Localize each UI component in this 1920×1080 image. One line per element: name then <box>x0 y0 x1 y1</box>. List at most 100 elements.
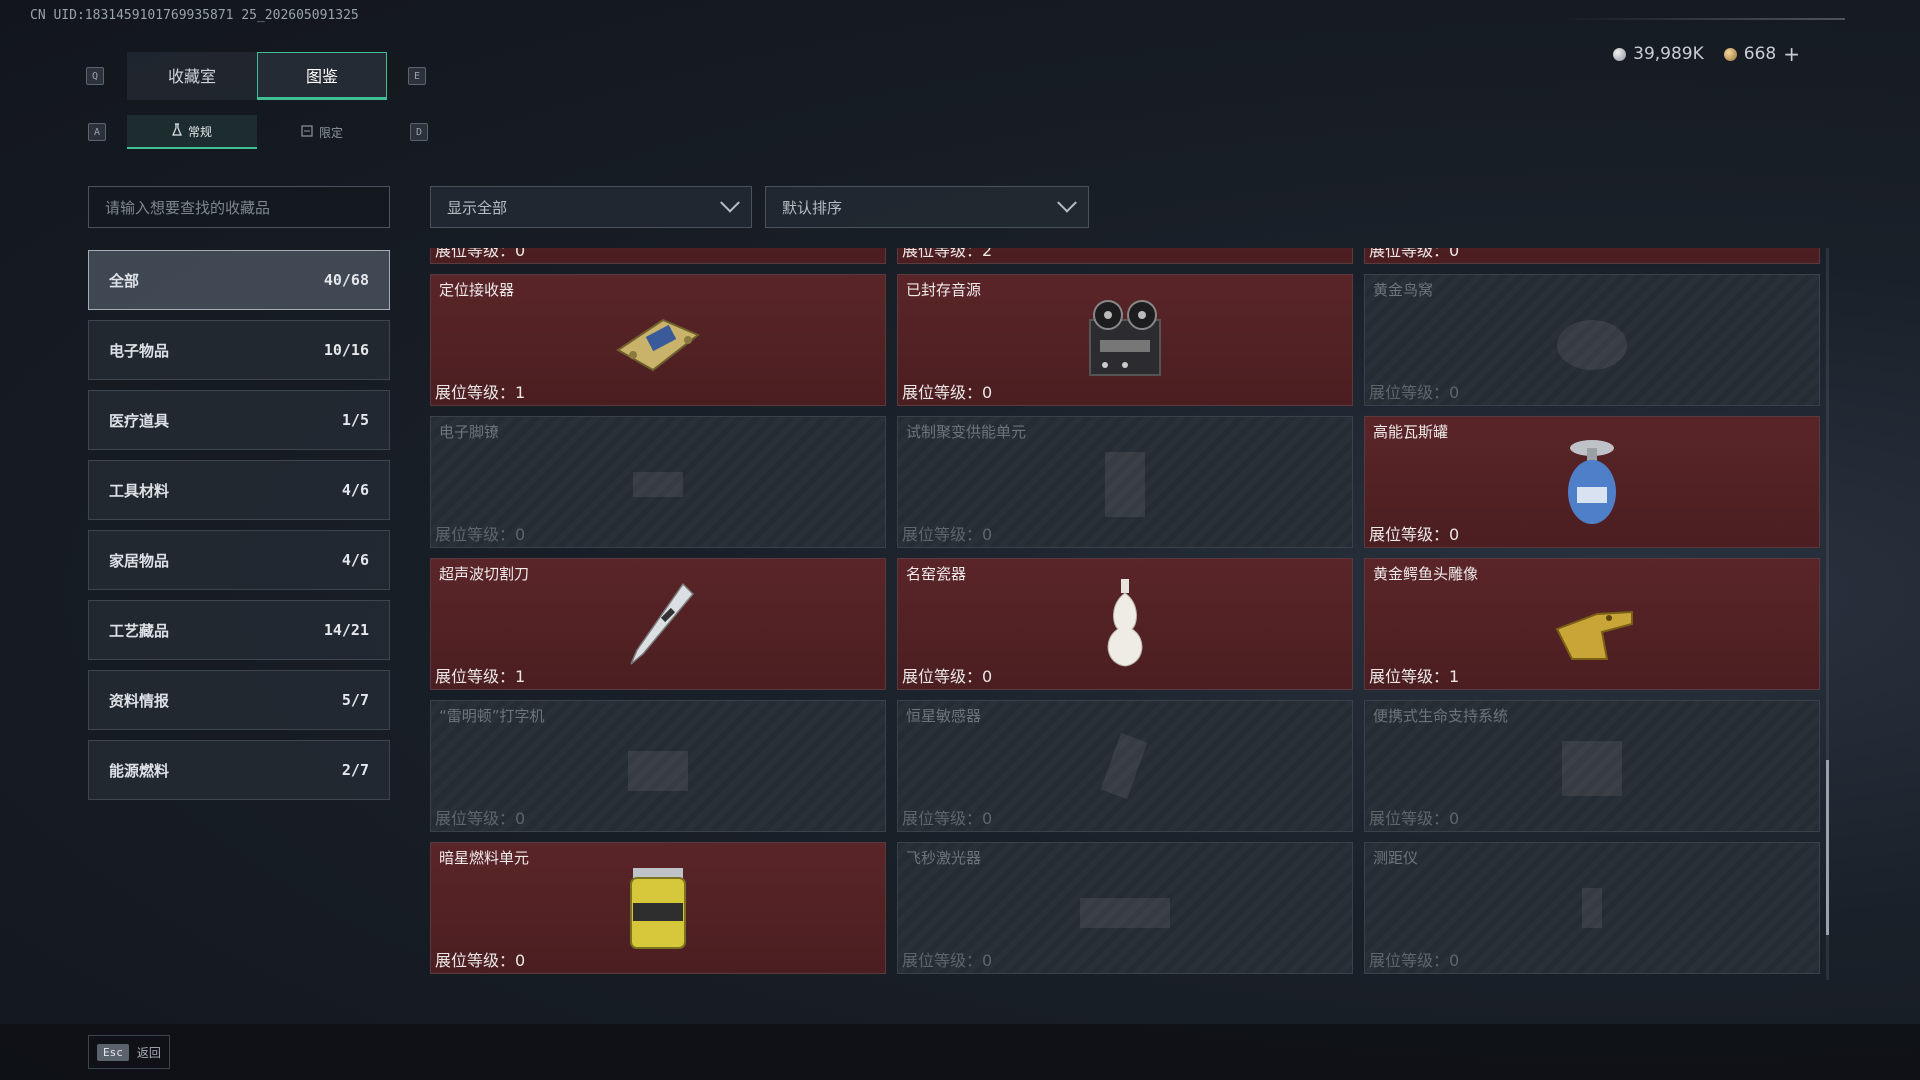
card-level: 展位等级：1 <box>1369 667 1460 686</box>
category-item-crafts[interactable]: 工艺藏品 14/21 <box>88 600 390 660</box>
laser-icon <box>1070 858 1180 958</box>
category-item-electronics[interactable]: 电子物品 10/16 <box>88 320 390 380</box>
gold-currency: 668 + <box>1723 42 1800 66</box>
collection-card[interactable]: “雷明顿”打字机 展位等级：0 <box>430 700 886 832</box>
add-currency-button[interactable]: + <box>1783 42 1800 66</box>
category-count: 5/7 <box>341 691 369 709</box>
collection-card[interactable]: 黄金鸟窝展位等级：0 <box>1364 274 1820 406</box>
card-title: 超声波切割刀 <box>439 565 530 583</box>
sort-value: 默认排序 <box>782 198 843 217</box>
category-name: 能源燃料 <box>109 761 170 780</box>
card-level: 展位等级：0 <box>1369 383 1460 402</box>
card-title: 高能瓦斯罐 <box>1373 423 1449 441</box>
chevron-down-icon <box>720 192 740 213</box>
category-item-fuel[interactable]: 能源燃料 2/7 <box>88 740 390 800</box>
card-level: 展位等级：0 <box>435 951 526 970</box>
card-title: 黄金鸟窝 <box>1373 281 1434 299</box>
fuel-cell-icon <box>603 858 713 958</box>
collection-card[interactable]: 电子脚镣展位等级：0 <box>430 416 886 548</box>
subtab-regular[interactable]: 常规 <box>127 115 257 149</box>
category-item-all[interactable]: 全部 40/68 <box>88 250 390 310</box>
card-level: 展位等级：0 <box>902 951 993 970</box>
collection-card[interactable]: 展位等级：0 <box>430 248 886 264</box>
porcelain-vase-icon <box>1070 574 1180 674</box>
category-name: 医疗道具 <box>109 411 170 430</box>
life-support-icon <box>1537 716 1647 816</box>
category-name: 工艺藏品 <box>109 621 170 640</box>
category-count: 4/6 <box>341 481 369 499</box>
card-title: 黄金鳄鱼头雕像 <box>1373 565 1479 583</box>
card-level: 展位等级：0 <box>435 809 526 828</box>
card-level: 展位等级：0 <box>902 809 993 828</box>
collection-card[interactable]: 恒星敏感器展位等级：0 <box>897 700 1353 832</box>
subtab-limited-label: 限定 <box>318 125 343 140</box>
box-icon <box>301 124 313 140</box>
card-title: 试制聚变供能单元 <box>906 423 1027 441</box>
collection-card[interactable]: 测距仪展位等级：0 <box>1364 842 1820 974</box>
display-filter-value: 显示全部 <box>447 198 508 217</box>
collection-card[interactable]: 飞秒激光器展位等级：0 <box>897 842 1353 974</box>
silver-amount: 39,989K <box>1633 44 1704 64</box>
collection-card[interactable]: 暗星燃料单元 展位等级：0 <box>430 842 886 974</box>
tab-catalog[interactable]: 图鉴 <box>257 52 387 100</box>
card-title: 恒星敏感器 <box>906 707 982 725</box>
card-level: 展位等级：0 <box>902 525 993 544</box>
main-tabs: 收藏室 图鉴 <box>127 52 387 100</box>
receiver-icon <box>603 290 713 390</box>
collection-card[interactable]: 定位接收器 展位等级：1 <box>430 274 886 406</box>
gas-canister-icon <box>1537 432 1647 532</box>
card-title: 测距仪 <box>1373 849 1419 867</box>
top-divider <box>1560 18 1845 20</box>
category-count: 10/16 <box>323 341 369 359</box>
collection-card[interactable]: 已封存音源 展位等级：0 <box>897 274 1353 406</box>
gold-crocodile-icon <box>1537 574 1647 674</box>
card-level: 展位等级：0 <box>435 525 526 544</box>
subtab-limited[interactable]: 限定 <box>257 115 387 149</box>
category-item-intel[interactable]: 资料情报 5/7 <box>88 670 390 730</box>
card-title: 定位接收器 <box>439 281 515 299</box>
category-item-medical[interactable]: 医疗道具 1/5 <box>88 390 390 450</box>
back-label: 返回 <box>136 1045 161 1060</box>
search-input[interactable]: 请输入想要查找的收藏品 <box>88 186 390 228</box>
collection-card[interactable]: 高能瓦斯罐 展位等级：0 <box>1364 416 1820 548</box>
key-d-hint: D <box>410 123 428 141</box>
collection-card[interactable]: 展位等级：0 <box>1364 248 1820 264</box>
display-filter-dropdown[interactable]: 显示全部 <box>430 186 752 228</box>
bottom-bar <box>0 1024 1920 1080</box>
rangefinder-icon <box>1537 858 1647 958</box>
card-title: 电子脚镣 <box>439 423 500 441</box>
category-name: 工具材料 <box>109 481 170 500</box>
category-name: 家居物品 <box>109 551 170 570</box>
card-level: 展位等级：0 <box>435 248 526 260</box>
key-a-hint: A <box>88 123 106 141</box>
subtab-regular-label: 常规 <box>187 124 212 139</box>
currency-bar: 39,989K 668 + <box>1613 42 1800 66</box>
back-button[interactable]: Esc 返回 <box>88 1035 170 1069</box>
chevron-down-icon <box>1057 192 1077 213</box>
collection-card[interactable]: 便携式生命支持系统展位等级：0 <box>1364 700 1820 832</box>
tape-recorder-icon <box>1070 290 1180 390</box>
collection-card[interactable]: 展位等级：2 <box>897 248 1353 264</box>
collection-grid-viewport: 展位等级：0 展位等级：2 展位等级：0 定位接收器 展位等级：1 已封存音源 展位等级：0… <box>430 248 1820 980</box>
collection-card[interactable]: 黄金鳄鱼头雕像展位等级：1 <box>1364 558 1820 690</box>
card-level: 展位等级：0 <box>902 667 993 686</box>
silver-currency: 39,989K <box>1613 44 1704 64</box>
category-item-tools[interactable]: 工具材料 4/6 <box>88 460 390 520</box>
category-item-household[interactable]: 家居物品 4/6 <box>88 530 390 590</box>
collection-card[interactable]: 名窑瓷器 展位等级：0 <box>897 558 1353 690</box>
card-level: 展位等级：0 <box>1369 951 1460 970</box>
bird-nest-icon <box>1537 290 1647 390</box>
collection-card[interactable]: 试制聚变供能单元展位等级：0 <box>897 416 1353 548</box>
card-title: 便携式生命支持系统 <box>1373 707 1509 725</box>
card-level: 展位等级：0 <box>902 383 993 402</box>
tab-collection-room[interactable]: 收藏室 <box>127 52 257 100</box>
player-uid: CN UID:1831459101769935871 25_2026050913… <box>30 8 359 23</box>
category-name: 资料情报 <box>109 691 170 710</box>
collection-card[interactable]: 超声波切割刀 展位等级：1 <box>430 558 886 690</box>
sort-dropdown[interactable]: 默认排序 <box>765 186 1089 228</box>
card-title: 飞秒激光器 <box>906 849 982 867</box>
scrollbar-thumb[interactable] <box>1826 760 1829 935</box>
card-level: 展位等级：0 <box>1369 809 1460 828</box>
esc-key: Esc <box>97 1043 129 1061</box>
silver-coin-icon <box>1613 47 1627 61</box>
